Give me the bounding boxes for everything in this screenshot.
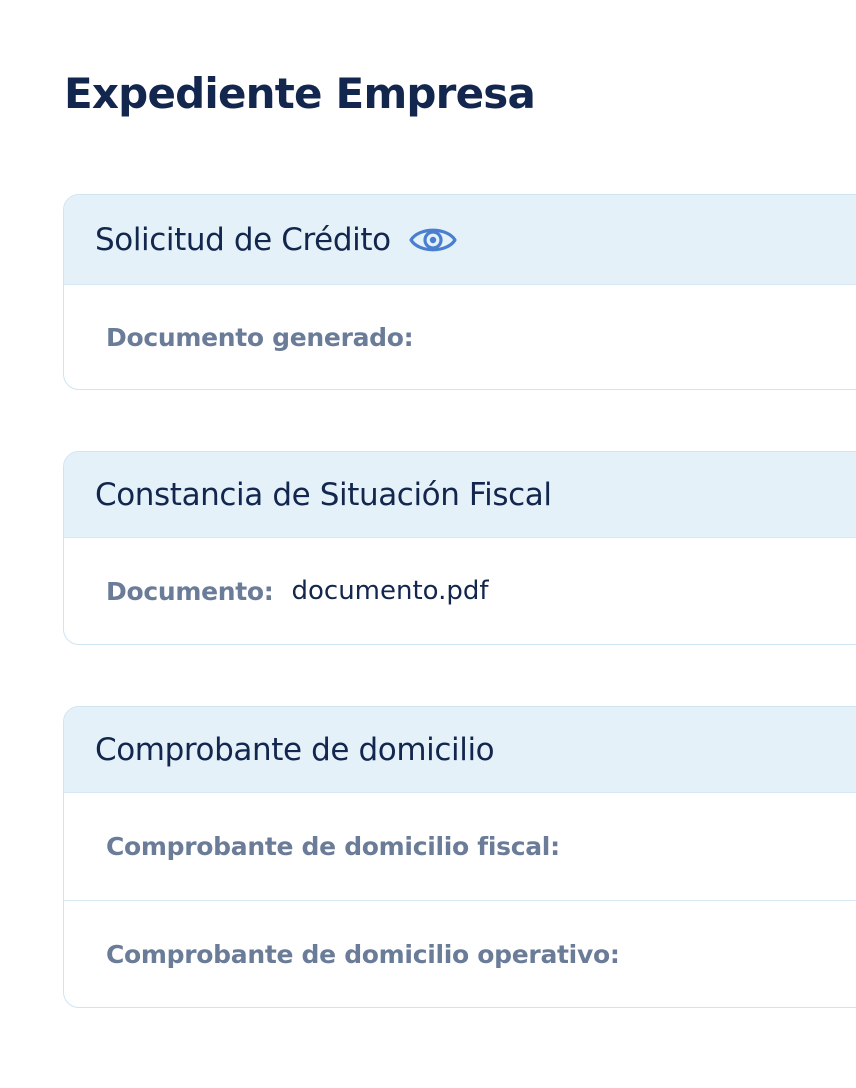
row-documento: Documento: documento.pdf [64, 538, 856, 644]
row-documento-generado: Documento generado: [64, 285, 856, 389]
eye-icon[interactable] [407, 220, 459, 260]
card-solicitud-credito: Solicitud de Crédito Documento generado: [63, 194, 856, 390]
card-title: Solicitud de Crédito [95, 221, 391, 258]
card-header: Constancia de Situación Fiscal [64, 452, 856, 538]
card-comprobante-domicilio: Comprobante de domicilio Comprobante de … [63, 706, 856, 1008]
row-label: Documento generado: [106, 322, 414, 352]
row-label: Comprobante de domicilio fiscal: [106, 832, 560, 861]
page-title: Expediente Empresa [64, 69, 536, 118]
card-title: Constancia de Situación Fiscal [95, 476, 552, 513]
row-label: Documento: [106, 576, 274, 606]
row-domicilio-operativo: Comprobante de domicilio operativo: [64, 900, 856, 1007]
row-domicilio-fiscal: Comprobante de domicilio fiscal: [64, 793, 856, 900]
expediente-page: Expediente Empresa Solicitud de Crédito … [0, 0, 856, 1088]
document-link[interactable]: documento.pdf [291, 576, 488, 606]
card-header: Comprobante de domicilio [64, 707, 856, 793]
row-label: Comprobante de domicilio operativo: [106, 939, 620, 969]
card-header: Solicitud de Crédito [64, 195, 856, 285]
card-constancia-situacion-fiscal: Constancia de Situación Fiscal Documento… [63, 451, 856, 645]
card-title: Comprobante de domicilio [95, 731, 495, 768]
